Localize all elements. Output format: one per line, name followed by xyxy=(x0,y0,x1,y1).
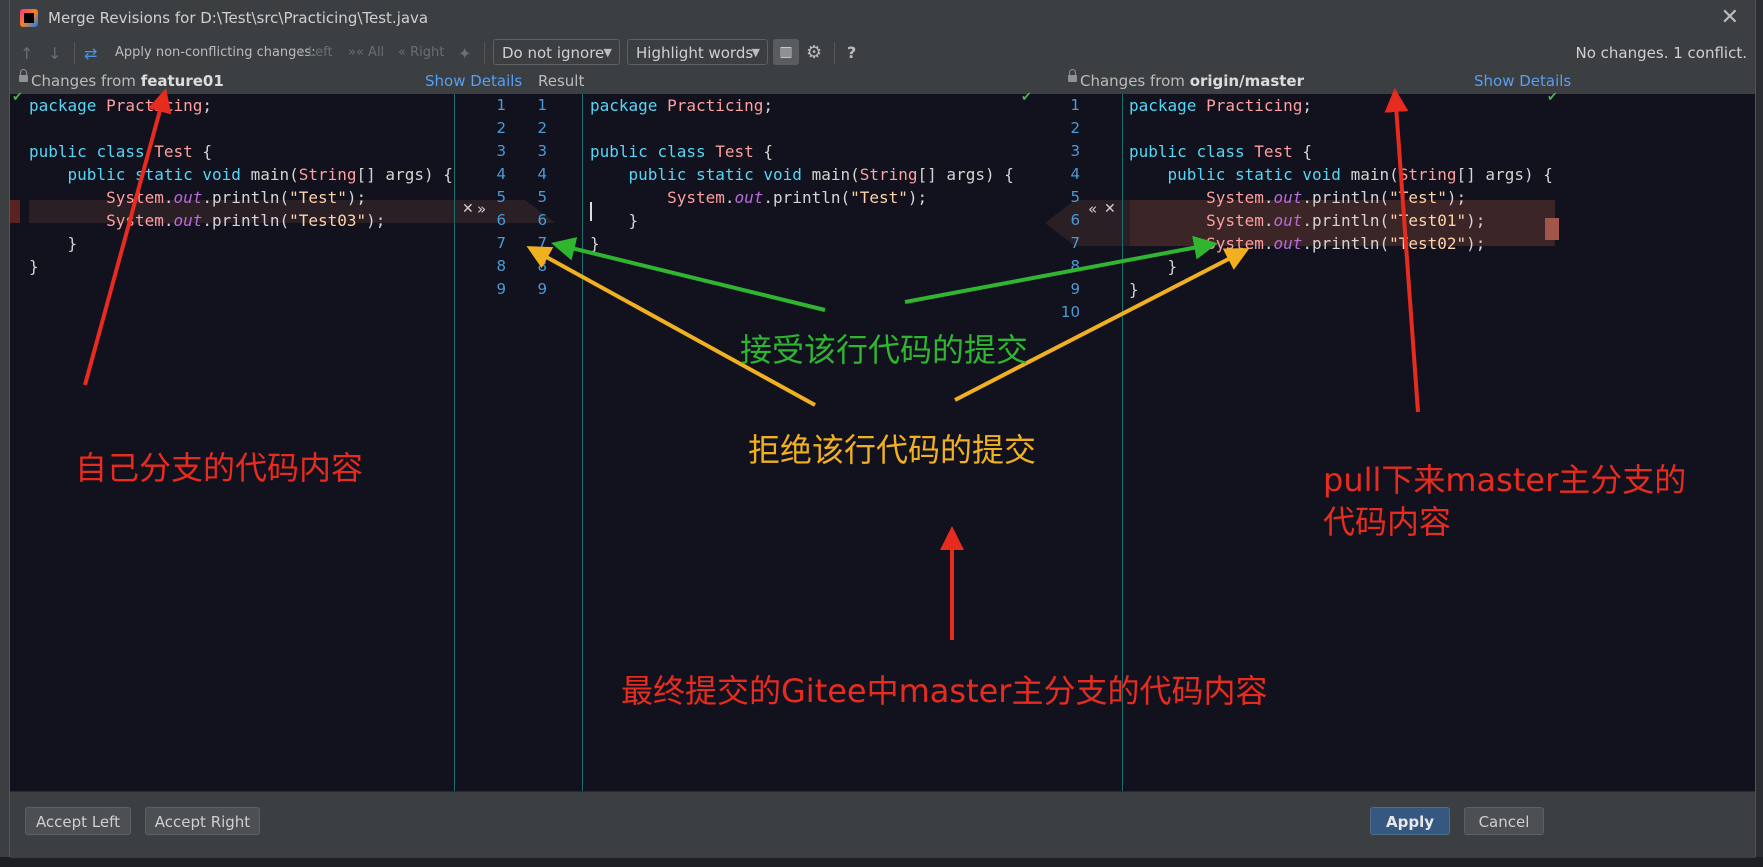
annotation-pulled-master-line2: 代码内容 xyxy=(1323,503,1452,541)
annotation-pulled-master-line1: pull下来master主分支的 xyxy=(1323,461,1687,499)
annotation-reject-line: 拒绝该行代码的提交 xyxy=(748,431,1037,469)
arrow-to-right-branch xyxy=(1384,88,1420,413)
arrow-to-left-branch xyxy=(83,88,172,386)
annotation-own-branch: 自己分支的代码内容 xyxy=(75,449,364,487)
arrow-to-accept-right xyxy=(904,235,1218,304)
annotation-accept-line: 接受该行代码的提交 xyxy=(740,331,1029,369)
annotation-final-commit: 最终提交的Gitee中master主分支的代码内容 xyxy=(621,672,1268,710)
arrow-to-accept-left xyxy=(551,237,826,312)
